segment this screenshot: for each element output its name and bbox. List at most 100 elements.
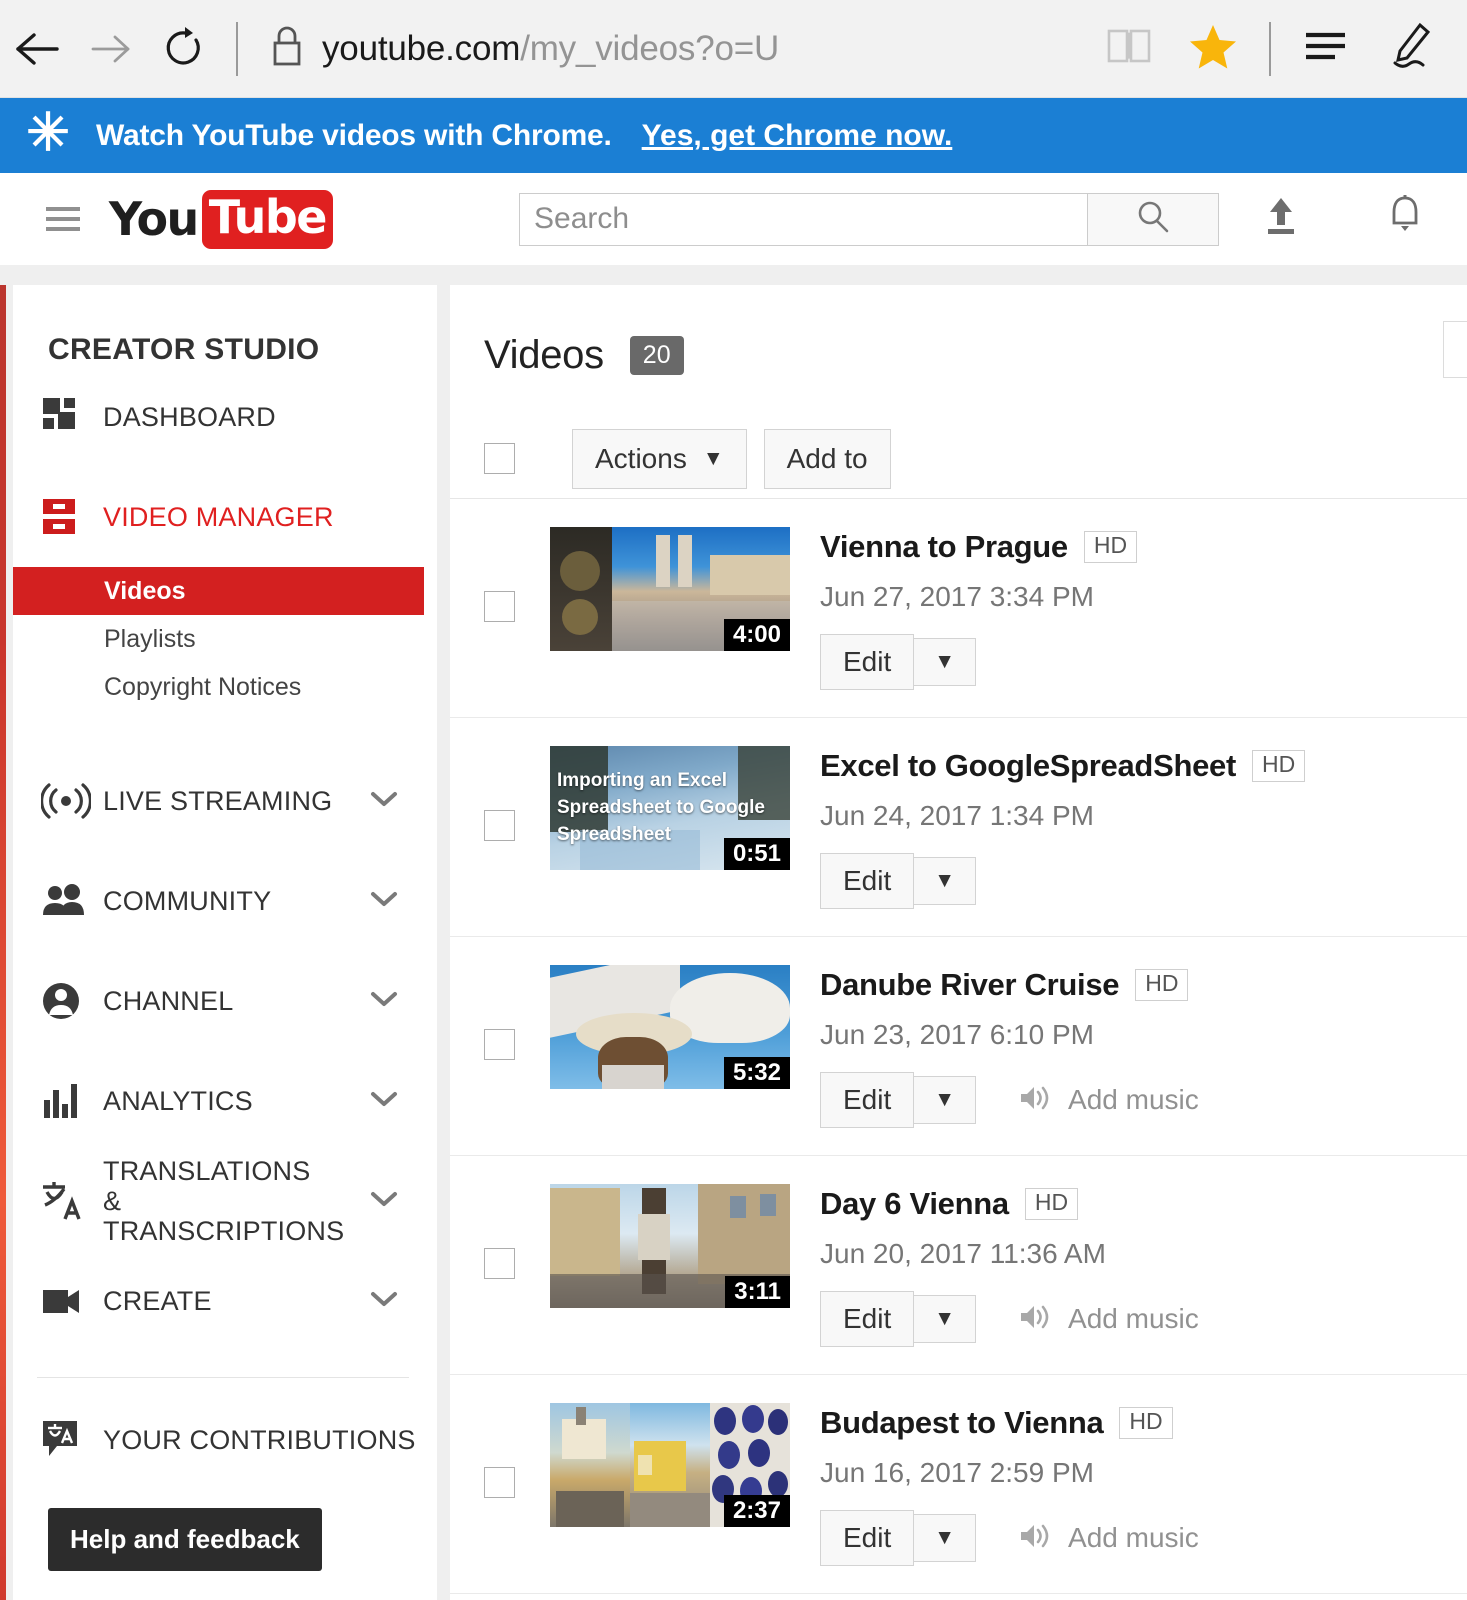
video-thumbnail[interactable]: 3:11 <box>550 1184 790 1308</box>
search-input[interactable] <box>519 192 1087 246</box>
add-music-button[interactable]: Add music <box>1018 1083 1199 1118</box>
video-title[interactable]: Danube River Cruise <box>820 967 1120 1003</box>
offscreen-control-edge[interactable] <box>1443 321 1467 378</box>
masthead-actions <box>1219 194 1467 245</box>
search-button[interactable] <box>1087 192 1219 246</box>
video-actions: Edit ▼ <box>820 634 1137 690</box>
video-date: Jun 27, 2017 3:34 PM <box>820 581 1094 612</box>
chevron-down-icon[interactable] <box>369 789 399 814</box>
youtube-masthead: You Tube <box>0 173 1467 265</box>
video-meta: Budapest to Vienna HD Jun 16, 2017 2:59 … <box>790 1403 1199 1566</box>
sidebar-item-translations-transcriptions[interactable]: TRANSLATIONS & TRANSCRIPTIONS <box>13 1151 437 1251</box>
browser-toolbar: youtube.com/my_videos?o=U <box>0 0 1467 98</box>
lock-icon <box>269 23 305 74</box>
video-actions: Edit ▼ <box>820 853 1305 909</box>
edit-dropdown-button[interactable]: ▼ <box>914 1295 977 1343</box>
reading-view-button[interactable] <box>1087 0 1171 98</box>
edit-button[interactable]: Edit <box>820 1291 915 1347</box>
sidebar-item-channel[interactable]: CHANNEL <box>13 951 437 1051</box>
masthead-separator <box>0 265 1467 285</box>
edit-button[interactable]: Edit <box>820 1072 915 1128</box>
chevron-down-icon[interactable] <box>369 1089 399 1114</box>
refresh-button[interactable] <box>148 0 222 98</box>
edit-button[interactable]: Edit <box>820 634 915 690</box>
chevron-down-icon[interactable] <box>369 1289 399 1314</box>
create-camera-icon <box>41 1283 97 1319</box>
video-date: Jun 23, 2017 6:10 PM <box>820 1019 1094 1050</box>
chevron-down-icon[interactable] <box>369 989 399 1014</box>
row-checkbox[interactable] <box>484 1248 515 1279</box>
chrome-asterisk-icon: ✳ <box>26 103 70 162</box>
video-date: Jun 20, 2017 11:36 AM <box>820 1238 1106 1269</box>
sidebar-item-label: CREATE <box>103 1285 212 1316</box>
back-button[interactable] <box>0 0 74 98</box>
add-music-button[interactable]: Add music <box>1018 1521 1199 1556</box>
hd-badge: HD <box>1083 531 1138 563</box>
web-note-button[interactable] <box>1369 0 1453 98</box>
table-row: 5:32 Danube River Cruise HD Jun 23, 2017… <box>450 937 1467 1156</box>
upload-button[interactable] <box>1219 195 1343 244</box>
select-all-checkbox[interactable] <box>484 443 515 474</box>
forward-button[interactable] <box>74 0 148 98</box>
sidebar-subitem-videos[interactable]: Videos <box>13 567 424 615</box>
guide-menu-button[interactable] <box>46 207 105 231</box>
sidebar-subitem-label: Playlists <box>104 624 196 653</box>
edit-dropdown-button[interactable]: ▼ <box>914 638 977 686</box>
video-thumbnail[interactable]: Importing an Excel Spreadsheet to Google… <box>550 746 790 870</box>
video-thumbnail[interactable]: 2:37 <box>550 1403 790 1527</box>
row-checkbox[interactable] <box>484 1467 515 1498</box>
video-title[interactable]: Budapest to Vienna <box>820 1405 1104 1441</box>
chevron-down-icon[interactable] <box>369 1189 399 1214</box>
sidebar-item-analytics[interactable]: ANALYTICS <box>13 1051 437 1151</box>
sidebar-item-dashboard[interactable]: DASHBOARD <box>13 367 437 467</box>
speaker-icon <box>1018 1302 1052 1337</box>
row-checkbox[interactable] <box>484 591 515 622</box>
edit-dropdown-button[interactable]: ▼ <box>914 1514 977 1562</box>
get-chrome-link[interactable]: Yes, get Chrome now. <box>642 119 953 153</box>
video-title-line: Day 6 Vienna HD <box>820 1186 1199 1222</box>
sidebar-item-community[interactable]: COMMUNITY <box>13 851 437 951</box>
sidebar-subitem-copyright-notices[interactable]: Copyright Notices <box>13 663 437 711</box>
notifications-button[interactable] <box>1343 194 1467 245</box>
sidebar-subitem-playlists[interactable]: Playlists <box>13 615 437 663</box>
video-meta: Excel to GoogleSpreadSheet HD Jun 24, 20… <box>790 746 1306 909</box>
speaker-icon <box>1018 1521 1052 1556</box>
video-title[interactable]: Day 6 Vienna <box>820 1186 1009 1222</box>
sidebar-item-live-streaming[interactable]: LIVE STREAMING <box>13 751 437 851</box>
sidebar-item-your-contributions[interactable]: YOUR CONTRIBUTIONS <box>13 1390 437 1490</box>
add-music-label: Add music <box>1068 1084 1199 1115</box>
edit-button[interactable]: Edit <box>820 1510 915 1566</box>
row-checkbox-cell <box>484 746 550 909</box>
address-bar[interactable]: youtube.com/my_videos?o=U <box>322 29 779 69</box>
edit-button[interactable]: Edit <box>820 853 915 909</box>
row-checkbox-cell <box>484 1403 550 1566</box>
add-to-button[interactable]: Add to <box>763 428 891 489</box>
video-manager-icon <box>41 496 97 538</box>
forward-arrow-icon <box>88 29 134 69</box>
add-music-button[interactable]: Add music <box>1018 1302 1199 1337</box>
video-meta: Day 6 Vienna HD Jun 20, 2017 11:36 AM Ed… <box>790 1184 1199 1347</box>
youtube-logo[interactable]: You Tube <box>109 189 333 249</box>
actions-button[interactable]: Actions ▼ <box>572 428 747 489</box>
row-checkbox[interactable] <box>484 810 515 841</box>
edit-dropdown-button[interactable]: ▼ <box>914 857 977 905</box>
site-security-indicator[interactable] <box>252 23 322 74</box>
video-thumbnail[interactable]: 5:32 <box>550 965 790 1089</box>
favorites-button[interactable] <box>1171 0 1255 98</box>
hd-badge: HD <box>1135 969 1189 1001</box>
sidebar-item-create[interactable]: CREATE <box>13 1251 437 1351</box>
sidebar-item-label: COMMUNITY <box>103 885 272 916</box>
chevron-down-icon[interactable] <box>369 889 399 914</box>
hub-button[interactable] <box>1285 0 1369 98</box>
sidebar-item-label: LIVE STREAMING <box>103 785 333 816</box>
edit-dropdown-button[interactable]: ▼ <box>914 1076 977 1124</box>
row-checkbox[interactable] <box>484 1029 515 1060</box>
help-and-feedback-button[interactable]: Help and feedback <box>48 1508 322 1571</box>
add-music-label: Add music <box>1068 1303 1199 1334</box>
video-title[interactable]: Excel to GoogleSpreadSheet <box>820 748 1236 784</box>
sidebar-item-video-manager[interactable]: VIDEO MANAGER <box>13 467 437 567</box>
channel-person-icon <box>41 979 97 1023</box>
video-thumbnail[interactable]: 4:00 <box>550 527 790 651</box>
hamburger-icon <box>46 207 80 211</box>
video-title[interactable]: Vienna to Prague <box>820 529 1068 565</box>
